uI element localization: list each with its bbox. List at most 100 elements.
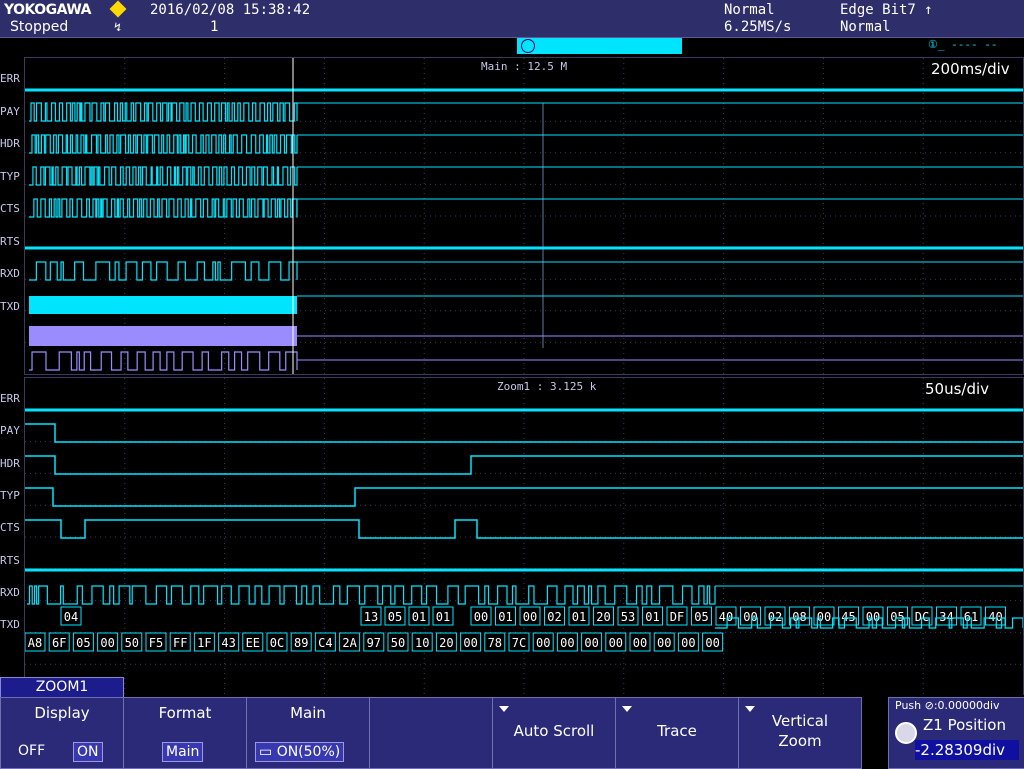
txd-decode-label: 7C bbox=[512, 636, 526, 650]
rotary-knob-icon[interactable] bbox=[895, 722, 917, 744]
rxd-decode-label: 04 bbox=[64, 610, 78, 624]
rxd-decode-label: 02 bbox=[547, 610, 561, 624]
trigger-mode: Normal bbox=[840, 19, 891, 35]
zoom-label: Zoom1 : 3.125 k bbox=[497, 380, 597, 393]
rxd-decode-label: 00 bbox=[523, 610, 537, 624]
txd-decode-label: A8 bbox=[28, 636, 42, 650]
bus2-trace bbox=[29, 351, 298, 371]
channel-label-rxd: RXD bbox=[0, 267, 20, 280]
zoom-waveform-window[interactable]: 04 13 05 01 01 00 01 00 02 01 20 53 01 DF 05 40 00 02 08 00… bbox=[24, 377, 1024, 697]
trace-softkey[interactable]: Trace bbox=[615, 697, 739, 769]
trigger-level-marker: ①_ ---- -- bbox=[928, 38, 998, 51]
channel-label-rts: RTS bbox=[0, 234, 20, 248]
channel-label-pay: PAY bbox=[0, 104, 20, 118]
vertical-zoom-line1: Vertical bbox=[771, 712, 829, 730]
trigger-icon: ↯ bbox=[114, 20, 122, 34]
txd-decode-label: C4 bbox=[318, 636, 332, 650]
txd-decode-label: F5 bbox=[149, 636, 163, 650]
txd-burst bbox=[29, 296, 297, 314]
txd-decode-label: 50 bbox=[125, 636, 139, 650]
datetime: 2016/02/08 15:38:42 bbox=[150, 2, 311, 18]
rxd-decode-label: 20 bbox=[596, 610, 610, 624]
format-title: Format bbox=[158, 704, 212, 722]
display-on[interactable]: ON bbox=[73, 742, 103, 762]
rxd-decode-label: 00 bbox=[474, 610, 488, 624]
txd-decode-label: 00 bbox=[705, 636, 719, 650]
trace-title: Trace bbox=[657, 722, 697, 740]
channel-label-typ: TYP bbox=[0, 169, 20, 183]
txd-decode-label: 1F bbox=[197, 636, 211, 650]
z1-position-control[interactable]: Push ⊘:0.00000div Z1 Position -2.28309di… bbox=[888, 697, 1024, 769]
txd-decode-label: 89 bbox=[294, 636, 308, 650]
submenu-arrow-icon bbox=[622, 706, 632, 712]
main-value: ▭ ON(50%) bbox=[255, 742, 345, 762]
busy-trace bbox=[29, 198, 298, 218]
bus-burst bbox=[29, 326, 297, 346]
channel-label-err: ERR bbox=[0, 72, 20, 85]
rxd-decode-label: 05 bbox=[388, 610, 402, 624]
main-waveforms bbox=[25, 58, 1023, 374]
main-waveform-window[interactable]: Main : 12.5 M 200ms/div bbox=[24, 57, 1024, 375]
txd-decode-label: 05 bbox=[76, 636, 90, 650]
acquisition-count: 1 bbox=[210, 19, 219, 35]
zoom-waveforms: 04 13 05 01 01 00 01 00 02 01 20 53 01 DF 05 40 00 02 08 00… bbox=[25, 378, 1023, 696]
main-softkey[interactable]: Main ▭ ON(50%) bbox=[246, 697, 370, 769]
txd-decode-label: 43 bbox=[221, 636, 235, 650]
main-timebase: 200ms/div bbox=[931, 60, 1010, 78]
rxd-decode-label: 05 bbox=[694, 610, 708, 624]
txd-decode-label: 00 bbox=[584, 636, 598, 650]
rxd-decode-label: 01 bbox=[436, 610, 450, 624]
txd-decode-label: 00 bbox=[536, 636, 550, 650]
position-value[interactable]: -2.28309div bbox=[915, 740, 1019, 760]
txd-decode-label: 78 bbox=[488, 636, 502, 650]
channel-label-hdr: HDR bbox=[0, 456, 20, 470]
rxd-decode-label: 00 bbox=[866, 610, 880, 624]
main-title: Main bbox=[290, 704, 326, 722]
display-softkey[interactable]: Display OFF ON bbox=[0, 697, 124, 769]
run-state-diamond-icon bbox=[109, 0, 127, 18]
auto-scroll-softkey[interactable]: Auto Scroll bbox=[492, 697, 616, 769]
push-reset-hint: Push ⊘:0.00000div bbox=[895, 699, 1000, 712]
format-softkey[interactable]: Format Main bbox=[123, 697, 247, 769]
rxd-trace bbox=[27, 585, 716, 605]
sample-rate: 6.25MS/s bbox=[724, 19, 792, 35]
zoom1-menu-tab[interactable]: ZOOM1 bbox=[0, 677, 124, 698]
txd-decode-label: 2A bbox=[342, 636, 357, 650]
position-title: Z1 Position bbox=[923, 716, 1006, 734]
txd-decode-label: 00 bbox=[681, 636, 695, 650]
txd-decode-label: 00 bbox=[657, 636, 671, 650]
channel-label-rts: RTS bbox=[0, 553, 20, 567]
main-label: Main : 12.5 M bbox=[481, 60, 568, 73]
channel-label-typ: TYP bbox=[0, 488, 20, 502]
txd-decode-label: 00 bbox=[100, 636, 114, 650]
vertical-zoom-line2: Zoom bbox=[778, 732, 822, 750]
rxd-decode-label: 45 bbox=[841, 610, 855, 624]
zoom-timebase: 50us/div bbox=[925, 380, 990, 398]
brand-logo: YOKOGAWA bbox=[4, 2, 92, 18]
rxd-decode-label: 13 bbox=[364, 610, 378, 624]
auto-scroll-title: Auto Scroll bbox=[513, 722, 595, 740]
cursor-icon bbox=[521, 39, 535, 53]
rxd-trace bbox=[29, 261, 298, 281]
rxd-decode-label: 01 bbox=[645, 610, 659, 624]
submenu-arrow-icon bbox=[499, 706, 509, 712]
trigger-type: Edge Bit7 ↑ bbox=[840, 2, 933, 18]
channel-label-rxd: RXD bbox=[0, 585, 20, 599]
txd-decode-label: 50 bbox=[391, 636, 405, 650]
channel-label-txd: TXD bbox=[0, 299, 20, 313]
channel-label-pay: PAY bbox=[0, 424, 20, 438]
rxd-decode-label: 01 bbox=[572, 610, 586, 624]
status-bar: YOKOGAWA Stopped ↯ 2016/02/08 15:38:42 1… bbox=[0, 0, 1024, 38]
txd-decode-label: 20 bbox=[439, 636, 453, 650]
display-title: Display bbox=[34, 704, 90, 722]
format-value: Main bbox=[162, 742, 204, 762]
channel-label-txd: TXD bbox=[0, 618, 20, 632]
display-off[interactable]: OFF bbox=[15, 742, 48, 760]
zoom-position-bar[interactable] bbox=[517, 38, 682, 54]
rxd-decode-label: 00 bbox=[817, 610, 831, 624]
main-ratio: ON(50%) bbox=[276, 744, 341, 760]
vertical-zoom-softkey[interactable]: Vertical Zoom bbox=[738, 697, 862, 769]
channel-label-hdr: HDR bbox=[0, 137, 20, 150]
blank-softkey bbox=[369, 697, 493, 769]
rxd-decode-label: 01 bbox=[412, 610, 426, 624]
